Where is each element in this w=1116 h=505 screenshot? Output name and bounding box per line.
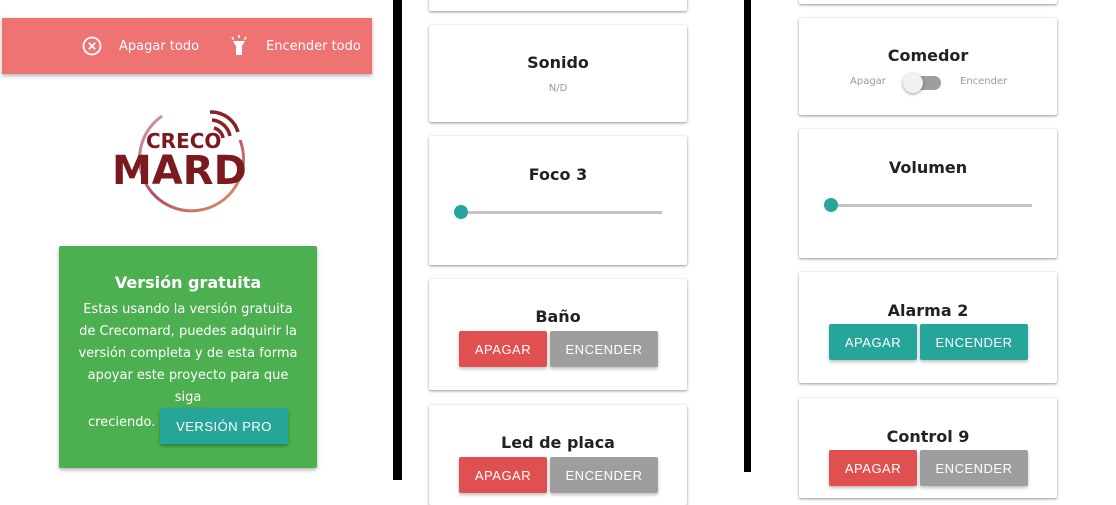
free-version-text-end: creciendo. xyxy=(88,415,156,430)
off-button[interactable]: APAGAR xyxy=(829,324,917,360)
card-title: Foco 3 xyxy=(528,165,588,184)
status-value: N/D xyxy=(548,83,568,94)
device-card-alarma-2: Alarma 2 APAGAR ENCENDER xyxy=(799,272,1057,383)
card-title: Comedor xyxy=(887,46,969,65)
switch-on-label: Encender xyxy=(960,76,1008,87)
off-button[interactable]: APAGAR xyxy=(459,457,547,493)
crecomard-logo: CRECO MARD xyxy=(110,100,270,218)
logo-text-line2: MARD xyxy=(112,148,247,194)
card-title: Control 9 xyxy=(886,427,970,446)
turn-off-all-button[interactable]: Apagar todo xyxy=(82,18,199,74)
panel-divider xyxy=(744,0,751,472)
device-card-partial xyxy=(429,0,687,11)
free-version-card: Versión gratuita Estas usando la versión… xyxy=(59,246,317,468)
device-card-comedor: Comedor Apagar Encender xyxy=(799,18,1057,115)
device-card-foco-3: Foco 3 xyxy=(429,136,687,265)
turn-on-all-label: Encender todo xyxy=(266,38,361,54)
device-card-control-9: Control 9 APAGAR ENCENDER xyxy=(799,398,1057,498)
pro-version-button[interactable]: VERSIÓN PRO xyxy=(160,408,288,444)
turn-on-all-button[interactable]: Encender todo xyxy=(229,18,361,74)
on-button[interactable]: ENCENDER xyxy=(550,457,658,493)
on-button[interactable]: ENCENDER xyxy=(550,331,658,367)
device-card-partial xyxy=(799,0,1057,4)
side-menu-panel: Apagar todo Encender todo CRECO MARD Ver… xyxy=(0,0,393,480)
device-card-led-de-placa: Led de placa APAGAR ENCENDER xyxy=(429,405,687,505)
off-button[interactable]: APAGAR xyxy=(459,331,547,367)
brightness-slider-thumb[interactable] xyxy=(454,205,468,219)
brightness-slider-track[interactable] xyxy=(461,211,662,214)
panel-divider xyxy=(393,0,402,480)
flashlight-icon xyxy=(229,35,249,56)
close-circle-icon xyxy=(82,36,102,56)
device-card-volumen: Volumen xyxy=(799,129,1057,258)
volume-slider-thumb[interactable] xyxy=(824,198,838,212)
free-version-title: Versión gratuita xyxy=(114,273,262,292)
comedor-switch-knob[interactable] xyxy=(903,73,923,93)
card-title: Led de placa xyxy=(501,433,615,452)
turn-off-all-label: Apagar todo xyxy=(119,38,200,54)
on-button[interactable]: ENCENDER xyxy=(920,450,1028,486)
card-title: Alarma 2 xyxy=(887,301,969,320)
volume-slider-track[interactable] xyxy=(831,204,1032,207)
top-action-bar: Apagar todo Encender todo xyxy=(2,18,372,74)
on-button[interactable]: ENCENDER xyxy=(920,324,1028,360)
card-title: Baño xyxy=(535,307,581,326)
switch-off-label: Apagar xyxy=(850,76,886,87)
card-title: Volumen xyxy=(888,158,968,177)
device-card-sonido: Sonido N/D xyxy=(429,25,687,122)
card-title: Sonido xyxy=(527,53,589,72)
free-version-text: Estas usando la versión gratuita de Crec… xyxy=(78,302,298,405)
device-card-bano: Baño APAGAR ENCENDER xyxy=(429,279,687,390)
off-button[interactable]: APAGAR xyxy=(829,450,917,486)
